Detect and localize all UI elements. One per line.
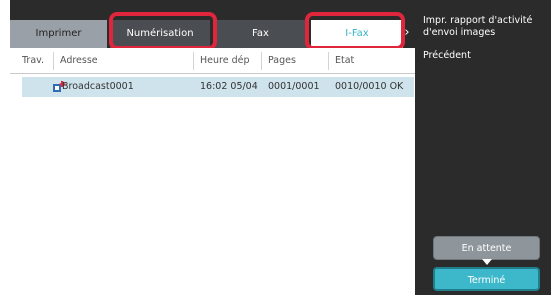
table-header: Trav. Adresse Heure dép Pages Etat xyxy=(10,48,415,74)
cell-status: 0010/0010 OK xyxy=(335,81,404,92)
column-divider xyxy=(328,52,329,70)
col-heure: Heure dép xyxy=(200,55,250,66)
col-etat: Etat xyxy=(335,55,355,66)
job-type-tabs: Imprimer Numérisation Fax I-Fax xyxy=(10,20,405,48)
tab-numerisation[interactable]: Numérisation xyxy=(110,20,210,48)
col-pages: Pages xyxy=(268,55,296,66)
selection-pointer-icon xyxy=(482,259,492,265)
cell-time: 16:02 05/04 xyxy=(200,81,258,92)
tab-imprimer[interactable]: Imprimer xyxy=(10,20,107,48)
waiting-button[interactable]: En attente xyxy=(433,236,540,260)
column-divider xyxy=(261,52,262,70)
cell-pages: 0001/0001 xyxy=(268,81,320,92)
done-button[interactable]: Terminé xyxy=(433,267,540,291)
col-trav: Trav. xyxy=(22,55,45,66)
job-list-panel: Trav. Adresse Heure dép Pages Etat Broad… xyxy=(10,48,415,295)
cell-address: Broadcast0001 xyxy=(62,81,134,92)
table-row[interactable]: Broadcast0001 16:02 05/04 0001/0001 0010… xyxy=(22,77,414,97)
report-menu-item[interactable]: Impr. rapport d'activité d'envoi images xyxy=(423,15,548,39)
column-divider xyxy=(53,52,54,70)
tab-fax[interactable]: Fax xyxy=(213,20,308,48)
previous-menu-item[interactable]: Précédent xyxy=(423,50,471,62)
col-adresse: Adresse xyxy=(60,55,98,66)
tab-ifax[interactable]: I-Fax xyxy=(311,20,403,48)
side-menu: Impr. rapport d'activité d'envoi images … xyxy=(418,10,551,190)
column-divider xyxy=(193,52,194,70)
chevron-right-icon[interactable]: › xyxy=(401,26,413,39)
